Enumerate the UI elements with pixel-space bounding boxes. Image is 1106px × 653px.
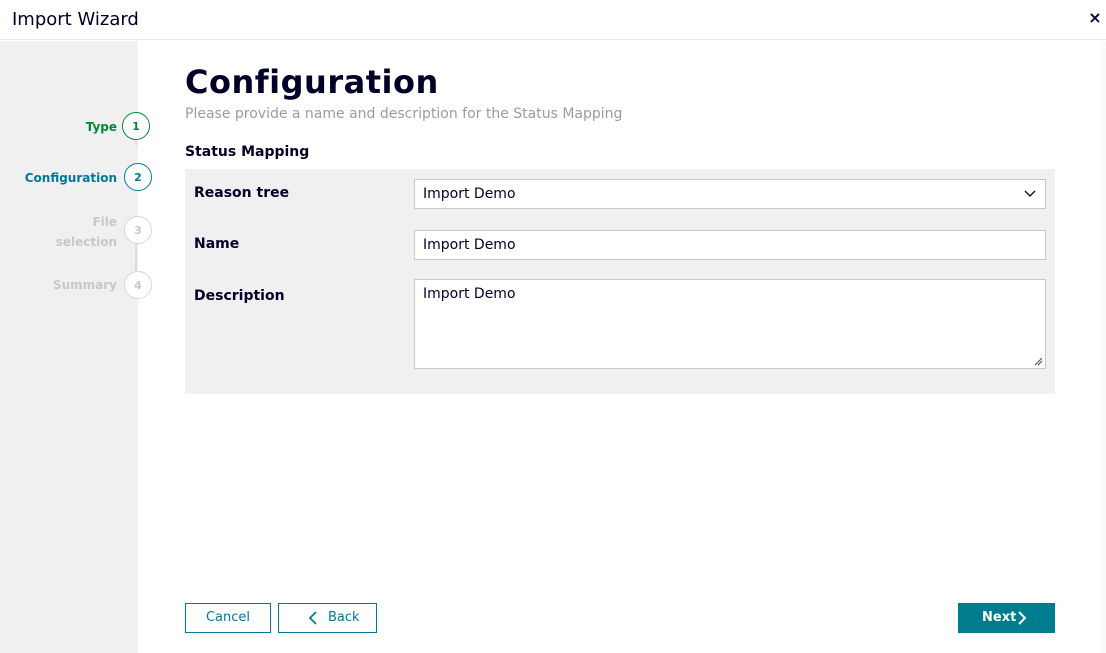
chevron-right-icon [1018, 611, 1027, 625]
step-summary-label: Summary [52, 278, 117, 292]
window-title: Import Wizard [12, 9, 139, 30]
step-summary: Summary 4 [0, 270, 152, 302]
description-textarea[interactable]: Import Demo [414, 279, 1046, 369]
status-mapping-panel: Reason tree Import Demo Name Import Demo… [185, 169, 1055, 394]
chevron-down-icon [1024, 190, 1036, 197]
step-type-number: 1 [122, 112, 150, 140]
step-configuration-number: 2 [124, 163, 152, 191]
back-button[interactable]: Back [278, 603, 377, 633]
next-button[interactable]: Next [958, 603, 1055, 633]
cancel-button[interactable]: Cancel [185, 603, 271, 633]
step-summary-number: 4 [124, 271, 152, 299]
section-title: Status Mapping [185, 144, 310, 160]
page-subtitle: Please provide a name and description fo… [185, 106, 623, 122]
close-icon[interactable]: × [1086, 7, 1104, 29]
name-label: Name [194, 236, 240, 252]
step-configuration[interactable]: Configuration 2 [0, 162, 152, 194]
next-button-label: Next [982, 610, 1017, 625]
reason-tree-label: Reason tree [194, 185, 290, 201]
step-file-selection-number: 3 [124, 216, 152, 244]
description-label: Description [194, 288, 285, 304]
chevron-left-icon [308, 611, 317, 625]
description-value: Import Demo [423, 286, 516, 302]
step-configuration-label: Configuration [24, 171, 117, 185]
back-button-label: Back [328, 610, 360, 625]
step-type[interactable]: Type 1 [0, 111, 150, 143]
page-title: Configuration [185, 63, 439, 101]
name-input[interactable]: Import Demo [414, 230, 1046, 260]
vertical-scrollbar[interactable] [1100, 41, 1106, 653]
wizard-steps-sidebar: Type 1 Configuration 2 File selection 3 … [0, 41, 152, 653]
resize-handle-icon[interactable] [1033, 356, 1043, 366]
reason-tree-value: Import Demo [423, 186, 516, 202]
step-file-selection-label: File selection [55, 215, 117, 249]
main-content: Configuration Please provide a name and … [138, 41, 1106, 653]
step-file-selection: File selection 3 [0, 215, 152, 255]
reason-tree-select[interactable]: Import Demo [414, 179, 1046, 209]
title-bar: Import Wizard × [0, 0, 1106, 40]
step-type-label: Type [85, 120, 117, 134]
